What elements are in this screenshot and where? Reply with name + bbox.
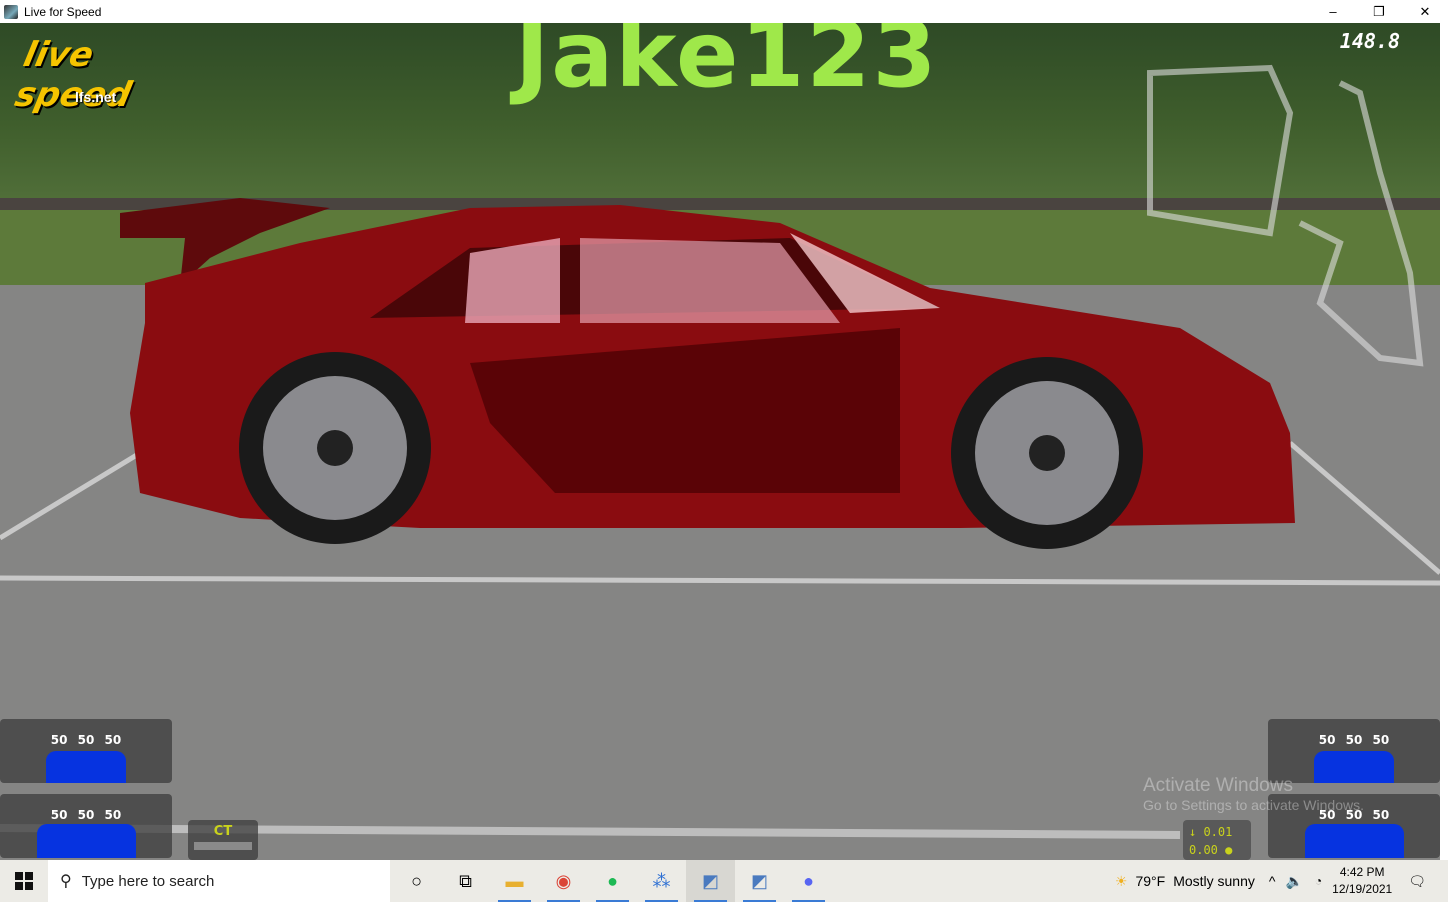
lfs-taskbar-icon-2[interactable]: ◩ — [735, 860, 784, 902]
lfs-logo: live speed lfs.net — [11, 35, 136, 115]
speed-readout: 148.8 — [1339, 29, 1400, 53]
app-icon — [4, 4, 18, 19]
taskbar-search[interactable]: ⚲ Type here to search — [48, 860, 390, 902]
window-edge — [1440, 23, 1448, 860]
cortana-icon[interactable]: ○ — [392, 860, 441, 902]
tyre-icon — [46, 751, 126, 783]
player-name: Jake123 — [515, 23, 939, 108]
clutch-indicator: CT — [188, 820, 258, 860]
clutch-bar — [194, 842, 252, 850]
discord-icon[interactable]: ● — [784, 860, 833, 902]
logo-url: lfs.net — [75, 89, 117, 105]
front-wheel — [951, 357, 1143, 549]
weather-temp[interactable]: 79°F — [1135, 873, 1165, 889]
volume-icon[interactable]: 🔈 — [1285, 873, 1302, 890]
rear-wheel — [239, 352, 431, 544]
delta-readout: ↓ 0.01 0.00 ● — [1183, 820, 1251, 860]
window-title: Live for Speed — [24, 4, 102, 19]
search-icon: ⚲ — [60, 873, 72, 890]
clock[interactable]: 4:42 PM 12/19/2021 — [1332, 864, 1392, 898]
tyre-front-right: 50 50 50 — [1268, 719, 1440, 783]
taskbar: ⚲ Type here to search ○ ⧉ ▬ ◉ ● ⁂ ◩ ◩ ● … — [0, 860, 1448, 902]
windows-icon — [15, 872, 33, 890]
wifi-icon[interactable]: ◔ — [1315, 874, 1322, 888]
tyre-icon — [37, 824, 136, 858]
game-viewport[interactable]: live speed lfs.net Jake123 148.8 50 50 50… — [0, 23, 1440, 860]
network-app-icon[interactable]: ⁂ — [637, 860, 686, 902]
notifications-icon[interactable]: 🗨 — [1408, 873, 1426, 890]
chevron-up-icon[interactable]: ^ — [1269, 873, 1276, 889]
restore-button[interactable]: ❐ — [1356, 0, 1402, 23]
system-tray: ☀ 79°F Mostly sunny ^ 🔈 ◔ 4:42 PM 12/19/… — [1115, 860, 1448, 902]
lfs-taskbar-icon[interactable]: ◩ — [686, 860, 735, 902]
close-button[interactable]: ✕ — [1402, 0, 1448, 23]
weather-icon[interactable]: ☀ — [1115, 873, 1128, 890]
weather-desc[interactable]: Mostly sunny — [1173, 873, 1255, 889]
title-bar: Live for Speed – ❐ ✕ — [0, 0, 1448, 23]
minimize-button[interactable]: – — [1310, 0, 1356, 23]
activate-windows-watermark: Activate Windows Go to Settings to activ… — [1143, 775, 1364, 813]
task-view-icon[interactable]: ⧉ — [441, 860, 490, 902]
tyre-front-left: 50 50 50 — [0, 719, 172, 783]
tyre-icon — [1305, 824, 1404, 858]
spotify-icon[interactable]: ● — [588, 860, 637, 902]
scene — [0, 64, 1440, 860]
tyre-rear-left: 50 50 50 — [0, 794, 172, 858]
file-explorer-icon[interactable]: ▬ — [490, 860, 539, 902]
start-button[interactable] — [0, 860, 48, 902]
chrome-icon[interactable]: ◉ — [539, 860, 588, 902]
